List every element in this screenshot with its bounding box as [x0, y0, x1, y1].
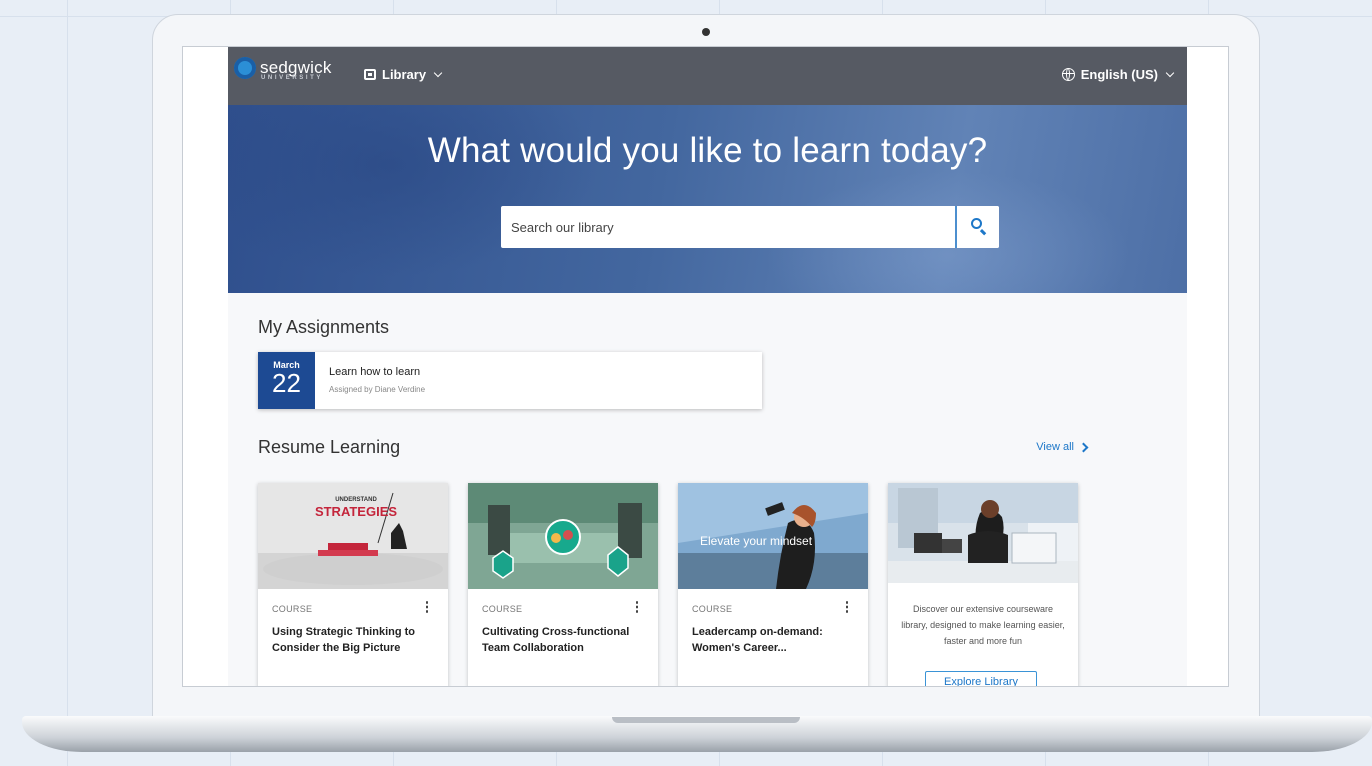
assignment-day: 22	[272, 368, 301, 398]
course-type: COURSE	[482, 604, 523, 614]
hero-banner: What would you like to learn today?	[228, 105, 1187, 293]
library-menu-button[interactable]: Library	[364, 67, 443, 82]
laptop-notch	[612, 717, 800, 723]
view-all-label: View all	[1036, 441, 1074, 453]
camera-dot	[702, 28, 710, 36]
course-card[interactable]: Elevate your mindset COURSE Leadercamp o…	[678, 483, 868, 686]
assignment-card[interactable]: March 22 Learn how to learn Assigned by …	[258, 352, 762, 409]
my-assignments-heading: My Assignments	[258, 317, 390, 337]
assignment-assigned-by: Assigned by Diane Verdine	[329, 385, 426, 394]
course-title: Cultivating Cross-functional Team Collab…	[482, 626, 630, 654]
course-card[interactable]: UNDERSTAND STRATEGIES COURSE Using Strat…	[258, 483, 448, 686]
more-options-icon[interactable]	[426, 601, 428, 613]
language-selector[interactable]: English (US)	[1061, 67, 1175, 82]
laptop-screen: sedgwick UNIVERSITY Library English (US)…	[182, 46, 1229, 687]
resume-learning-heading: Resume Learning	[258, 437, 401, 457]
library-promo-image	[888, 483, 1078, 583]
explore-library-card: Discover our extensive courseware librar…	[888, 483, 1078, 686]
chevron-right-icon	[1078, 442, 1089, 452]
course-thumbnail: Elevate your mindset	[678, 483, 868, 589]
explore-library-button[interactable]: Explore Library	[925, 671, 1037, 686]
thumbnail-text: UNDERSTAND	[335, 497, 377, 503]
globe-icon	[1061, 68, 1075, 81]
course-title: Leadercamp on-demand: Women's Career...	[692, 626, 823, 654]
assignment-date: March 22	[258, 352, 315, 409]
course-card[interactable]: COURSE Cultivating Cross-functional Team…	[468, 483, 658, 686]
course-type: COURSE	[272, 604, 313, 614]
search-button[interactable]	[955, 206, 999, 248]
more-options-icon[interactable]	[636, 601, 638, 613]
chevron-down-icon	[1165, 68, 1175, 77]
app-page: sedgwick UNIVERSITY Library English (US)…	[228, 47, 1187, 686]
course-title: Using Strategic Thinking to Consider the…	[272, 626, 416, 654]
search-input[interactable]	[501, 206, 955, 248]
library-label: Library	[382, 67, 427, 82]
view-all-link[interactable]: View all	[1036, 441, 1089, 453]
assignment-title: Learn how to learn	[329, 366, 421, 378]
more-options-icon[interactable]	[846, 601, 848, 613]
thumbnail-text: Elevate your mindset	[700, 534, 813, 548]
brand-subtitle: UNIVERSITY	[261, 75, 324, 81]
hero-title: What would you like to learn today?	[427, 131, 988, 170]
course-thumbnail	[468, 483, 658, 589]
library-icon	[364, 69, 376, 80]
course-thumbnail: UNDERSTAND STRATEGIES	[258, 483, 448, 589]
grid-line	[67, 0, 68, 766]
chevron-down-icon	[433, 68, 443, 77]
top-nav: sedgwick UNIVERSITY Library English (US)	[228, 47, 1187, 105]
thumbnail-text: STRATEGIES	[315, 504, 397, 519]
course-type: COURSE	[692, 604, 733, 614]
promo-description: Discover our extensive courseware librar…	[901, 604, 1065, 646]
logo-mark-icon	[234, 57, 256, 79]
search-icon	[971, 218, 982, 229]
search-bar	[501, 206, 999, 248]
language-label: English (US)	[1080, 67, 1158, 82]
